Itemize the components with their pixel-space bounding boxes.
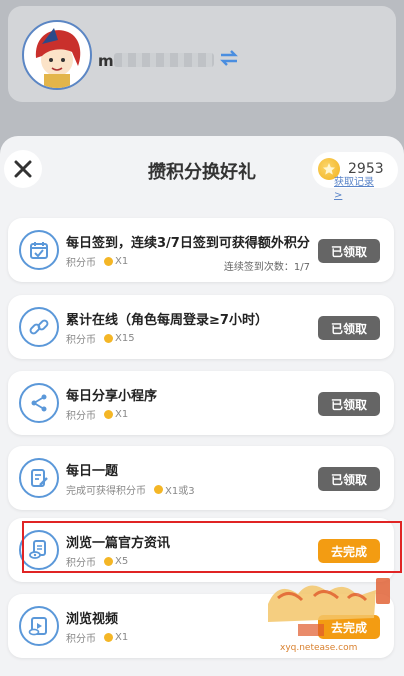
profile-card: m: [8, 6, 396, 102]
calendar-check-icon: [19, 230, 59, 270]
coin-icon: [104, 334, 113, 343]
claimed-button[interactable]: 已领取: [318, 392, 380, 416]
task-reward: 积分币 X1: [66, 409, 129, 422]
task-name: 每日分享小程序: [66, 389, 158, 404]
watermark-logo: xyq.netease.com: [258, 574, 398, 654]
claimed-button[interactable]: 已领取: [318, 467, 380, 491]
points-value: 2953: [348, 161, 384, 177]
coin-icon: [104, 257, 113, 266]
watermark-url: xyq.netease.com: [280, 643, 357, 653]
quiz-edit-icon: [19, 458, 59, 498]
avatar[interactable]: [22, 20, 92, 90]
claimed-button[interactable]: 已领取: [318, 316, 380, 340]
highlight-box: [22, 521, 402, 573]
task-card-share: 每日分享小程序 积分币 X1 已领取: [8, 371, 394, 435]
task-name: 每日一题: [66, 464, 119, 479]
swap-account-icon[interactable]: [218, 48, 240, 68]
username-blurred: [114, 53, 214, 67]
link-icon: [19, 307, 59, 347]
task-reward: 积分币 X1: [66, 256, 129, 269]
video-icon: [19, 606, 59, 646]
claimed-button[interactable]: 已领取: [318, 239, 380, 263]
task-card-quiz: 每日一题 完成可获得积分币 X1或3 已领取: [8, 446, 394, 510]
coin-icon: [154, 485, 163, 494]
task-name: 累计在线（角色每周登录≥7小时）: [66, 313, 268, 328]
checkin-streak: 连续签到次数：1/7: [223, 262, 310, 273]
task-reward: 积分币 X15: [66, 333, 135, 346]
task-reward: 积分币 X1: [66, 632, 129, 645]
task-card-online: 累计在线（角色每周登录≥7小时） 积分币 X15 已领取: [8, 295, 394, 359]
coin-icon: [104, 633, 113, 642]
username: m: [98, 52, 114, 70]
task-name: 每日签到，连续3/7日签到可获得额外积分: [66, 236, 310, 251]
coin-icon: [104, 410, 113, 419]
points-record-link[interactable]: 获取记录>: [334, 176, 378, 202]
task-reward: 完成可获得积分币 X1或3: [66, 485, 195, 497]
share-icon: [19, 383, 59, 423]
task-name: 浏览视频: [66, 612, 119, 627]
task-card-checkin: 每日签到，连续3/7日签到可获得额外积分 积分币 X1 连续签到次数：1/7 已领…: [8, 218, 394, 282]
